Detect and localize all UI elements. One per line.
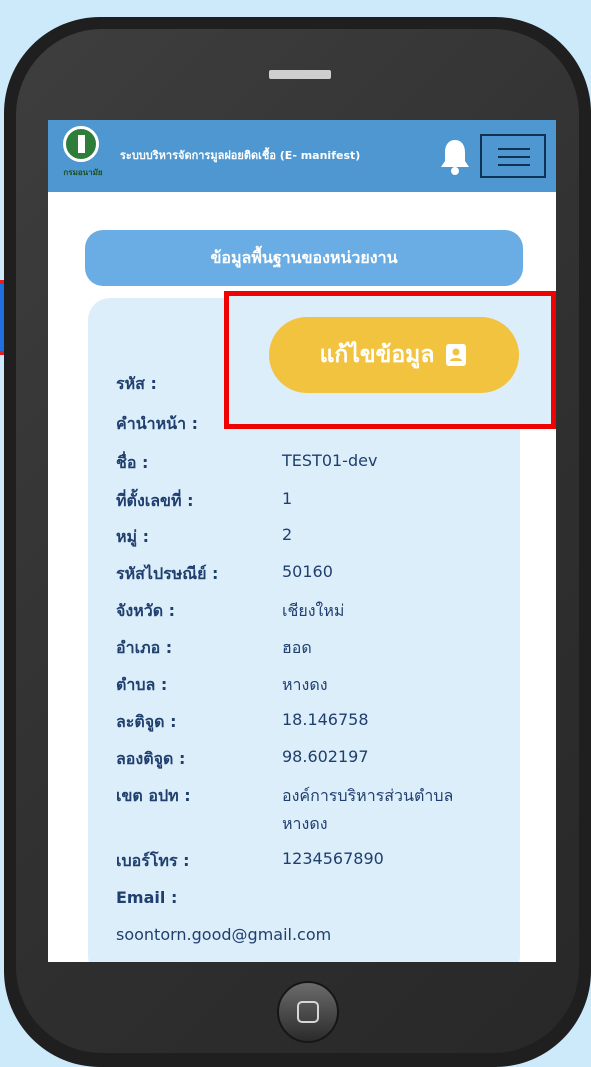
- department-logo: กรมอนามัย: [56, 126, 110, 184]
- field-label-longitude: ลองติจูด :: [116, 749, 186, 768]
- field-value-local-admin: องค์การบริหารส่วนตำบล: [282, 786, 454, 805]
- field-value-local-admin-line2: หางดง: [282, 814, 328, 833]
- section-title: ข้อมูลพื้นฐานของหน่วยงาน: [85, 230, 523, 286]
- logo-caption: กรมอนามัย: [63, 168, 103, 177]
- field-value-postal-code: 50160: [282, 562, 333, 581]
- field-value-district: ฮอด: [282, 638, 312, 657]
- field-value-subdistrict: หางดง: [282, 675, 328, 694]
- field-value-village: 2: [282, 525, 293, 544]
- field-value-latitude: 18.146758: [282, 710, 369, 729]
- field-value-longitude: 98.602197: [282, 747, 369, 766]
- field-value-province: เชียงใหม่: [282, 601, 345, 620]
- field-value-address-number: 1: [282, 489, 293, 508]
- phone-home-button[interactable]: [277, 981, 339, 1043]
- top-navbar: กรมอนามัย ระบบบริหารจัดการมูลฝอยติดเชื้อ…: [48, 120, 556, 192]
- field-label-prefix: คำนำหน้า :: [116, 414, 199, 433]
- field-label-village: หมู่ :: [116, 527, 150, 546]
- app-screen: กรมอนามัย ระบบบริหารจัดการมูลฝอยติดเชื้อ…: [48, 120, 556, 962]
- hamburger-menu-icon[interactable]: [480, 134, 546, 178]
- field-label-email: Email :: [116, 888, 178, 907]
- field-label-code: รหัส :: [116, 374, 157, 393]
- field-label-district: อำเภอ :: [116, 638, 173, 657]
- field-label-province: จังหวัด :: [116, 601, 176, 620]
- phone-speaker: [269, 70, 331, 79]
- field-value-email: soontorn.good@gmail.com: [116, 925, 332, 944]
- field-label-latitude: ละติจูด :: [116, 712, 177, 731]
- field-label-postal-code: รหัสไปรษณีย์ :: [116, 564, 219, 583]
- contact-card-icon: [446, 344, 467, 366]
- edit-info-button[interactable]: แก้ไขข้อมูล: [269, 317, 519, 393]
- field-label-phone: เบอร์โทร :: [116, 851, 190, 870]
- field-label-subdistrict: ตำบล :: [116, 675, 168, 694]
- field-label-name: ชื่อ :: [116, 453, 149, 472]
- bell-icon[interactable]: [438, 136, 472, 176]
- field-value-phone: 1234567890: [282, 849, 384, 868]
- field-label-address-number: ที่ตั้งเลขที่ :: [116, 491, 194, 510]
- field-label-local-admin: เขต อปท :: [116, 786, 191, 805]
- edit-info-label: แก้ไขข้อมูล: [319, 342, 435, 368]
- field-value-name: TEST01-dev: [282, 451, 378, 470]
- app-title: ระบบบริหารจัดการมูลฝอยติดเชื้อ (E- manif…: [120, 149, 361, 162]
